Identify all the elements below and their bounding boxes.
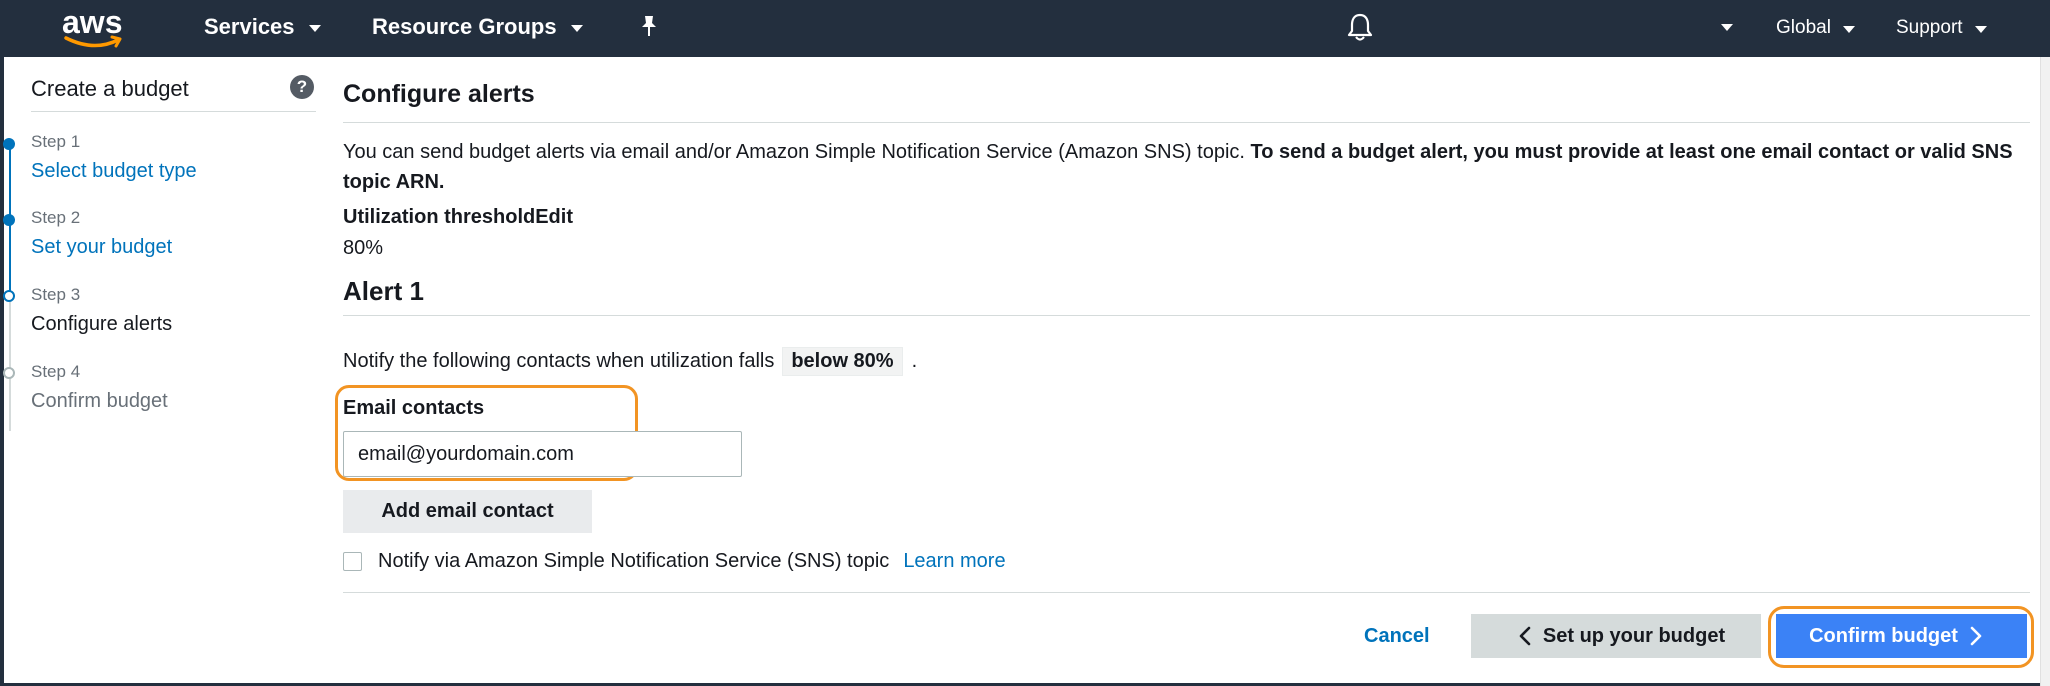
region-label: Global [1776,17,1831,38]
cancel-button[interactable]: Cancel [1364,625,1430,648]
page-content: Create a budget ? Step 1 Select budget t… [3,57,2044,683]
email-input[interactable] [343,431,742,477]
region-menu[interactable]: Global [1776,17,1855,39]
page-scrollbar[interactable] [2040,57,2050,686]
sns-checkbox[interactable] [343,552,362,571]
intro-plain: You can send budget alerts via email and… [343,141,1245,163]
footer-divider [343,592,2030,593]
sidebar-step-4: Step 4 Confirm budget [31,362,168,413]
back-button[interactable]: Set up your budget [1471,614,1761,658]
back-button-label: Set up your budget [1542,624,1726,647]
alert-title: Alert 1 [343,276,424,306]
resource-groups-label: Resource Groups [372,14,557,39]
step-3-dot [3,290,15,302]
confirm-button-label: Confirm budget [1809,624,1958,647]
step-label: Configure alerts [31,313,173,335]
intro-text: You can send budget alerts via email and… [343,137,2023,197]
aws-smile-icon [64,35,122,48]
step-label: Confirm budget [31,390,168,412]
step-1-dot [3,138,15,150]
services-menu[interactable]: Services [204,14,321,40]
sns-option: Notify via Amazon Simple Notification Se… [343,550,1006,573]
sidebar-divider [31,111,316,112]
aws-logo[interactable]: aws [60,4,130,52]
sidebar-title: Create a budget [31,76,189,101]
chevron-right-icon [1970,626,1982,646]
sns-label: Notify via Amazon Simple Notification Se… [378,550,890,572]
chevron-down-icon [1842,25,1855,33]
steps-progress-line [9,141,11,431]
top-navigation: aws Services Resource Groups Global Supp… [0,0,2050,57]
threshold-value: 80% [343,237,384,259]
sidebar-step-2[interactable]: Step 2 Set your budget [31,208,172,259]
support-label: Support [1896,17,1963,38]
step-label: Set your budget [31,236,173,258]
confirm-budget-button[interactable]: Confirm budget [1776,614,2027,658]
page-title: Configure alerts [343,80,535,108]
chevron-left-icon [1519,626,1531,646]
step-2-dot [3,214,15,226]
step-number: Step 2 [31,208,81,227]
account-menu-chevron-icon[interactable] [1721,24,1733,31]
chevron-down-icon [570,24,583,32]
sidebar-step-3: Step 3 Configure alerts [31,285,172,336]
step-number: Step 4 [31,362,81,381]
help-icon[interactable]: ? [290,75,314,99]
chevron-down-icon [308,24,321,32]
learn-more-link[interactable]: Learn more [903,550,1005,573]
sidebar-step-1[interactable]: Step 1 Select budget type [31,132,197,183]
pin-icon[interactable] [638,14,660,40]
alert-divider [343,315,2030,316]
step-4-dot [3,367,15,379]
bell-icon[interactable] [1346,12,1374,42]
notify-end: . [911,350,918,372]
step-number: Step 3 [31,285,81,304]
step-label: Select budget type [31,160,197,182]
add-email-contact-button[interactable]: Add email contact [343,490,592,533]
support-menu[interactable]: Support [1896,17,1987,39]
chevron-down-icon [1974,25,1987,33]
services-label: Services [204,14,295,39]
email-contacts-label: Email contacts [343,397,485,419]
threshold-chip: below 80% [782,347,903,376]
title-divider [343,122,2030,123]
resource-groups-menu[interactable]: Resource Groups [372,14,583,40]
notify-text: Notify the following contacts when utili… [343,350,775,372]
notify-sentence: Notify the following contacts when utili… [343,347,917,376]
step-number: Step 1 [31,132,81,151]
threshold-label: Utilization thresholdEdit [343,206,573,228]
